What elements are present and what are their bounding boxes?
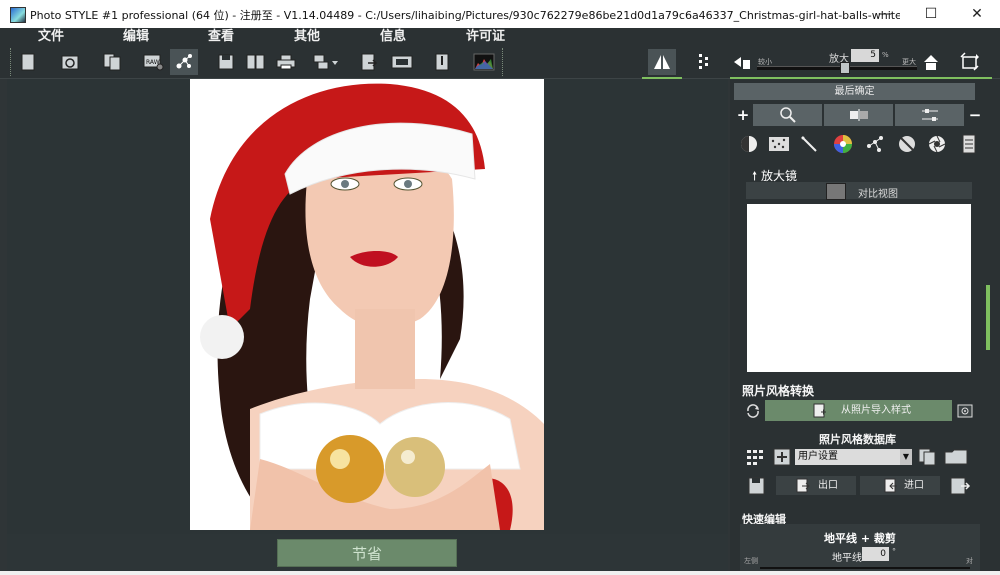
chevron-down-icon[interactable]: ▼ xyxy=(900,449,912,465)
horizon-unit: ° xyxy=(892,547,896,556)
color-wheel-icon[interactable] xyxy=(828,132,858,156)
toolbar-separator xyxy=(502,48,504,76)
noise-icon[interactable] xyxy=(764,132,794,156)
horizon-value-input[interactable]: 0 xyxy=(862,547,889,561)
horizon-label: 地平线 xyxy=(832,553,862,564)
export-image-icon[interactable] xyxy=(356,49,384,75)
magnifier-title: 放大镜 xyxy=(760,169,797,183)
export-icon xyxy=(796,478,810,500)
molecule-effects-icon[interactable] xyxy=(170,49,198,75)
compare-view-toggle[interactable] xyxy=(826,183,846,200)
preset-manager-icon[interactable] xyxy=(949,476,971,496)
zoom-slider-track[interactable] xyxy=(757,66,917,70)
maximize-button[interactable]: ☐ xyxy=(908,0,954,28)
photo-icon[interactable] xyxy=(190,79,544,530)
aperture-icon[interactable] xyxy=(922,132,952,156)
export-button[interactable]: 出口 xyxy=(776,476,856,495)
histogram-icon[interactable] xyxy=(470,49,498,75)
raw-settings-icon[interactable]: RAW xyxy=(140,49,168,75)
restore-history-icon[interactable] xyxy=(56,49,84,75)
final-confirm-button[interactable]: 最后确定 xyxy=(734,83,975,100)
book-icon[interactable] xyxy=(428,49,456,75)
import-photo-icon xyxy=(813,403,827,426)
import-style-button[interactable]: 从照片导入样式 xyxy=(765,400,952,421)
rotate-crop-icon[interactable] xyxy=(956,49,984,75)
style-database-header: 照片风格数据库 xyxy=(819,433,896,446)
menu-other[interactable]: 其他 xyxy=(294,28,320,46)
save-as-icon[interactable] xyxy=(242,49,270,75)
compare-icon[interactable] xyxy=(824,104,893,126)
panel-scrollbar[interactable] xyxy=(985,165,991,570)
title-bar: Photo STYLE #1 professional (64 位) - 注册至… xyxy=(0,0,1000,29)
remove-icon[interactable]: − xyxy=(966,103,984,127)
magnifier-icon[interactable] xyxy=(753,104,822,126)
export-label: 出口 xyxy=(818,480,838,491)
save-button[interactable]: 节省 xyxy=(277,539,457,567)
tone-icon[interactable] xyxy=(734,132,764,156)
menu-view[interactable]: 查看 xyxy=(208,28,234,46)
folder-icon[interactable] xyxy=(944,448,968,466)
circle-slash-icon[interactable] xyxy=(892,132,922,156)
grid-view-icon[interactable] xyxy=(746,448,766,466)
preset-select[interactable]: 用户设置 xyxy=(795,449,912,465)
zoom-in-icon[interactable] xyxy=(918,49,946,75)
nodes-icon[interactable] xyxy=(860,132,890,156)
eye-settings-icon[interactable] xyxy=(957,403,973,419)
zoom-unit: % xyxy=(882,51,889,59)
toolbar-separator xyxy=(10,48,12,76)
zoom-out-icon[interactable] xyxy=(728,49,756,75)
copy-settings-icon[interactable] xyxy=(98,49,126,75)
app-icon xyxy=(10,7,26,23)
close-button[interactable]: ✕ xyxy=(954,0,1000,28)
save-preset-icon[interactable] xyxy=(747,476,767,496)
slideshow-icon[interactable] xyxy=(388,49,416,75)
import-icon xyxy=(884,478,898,500)
compare-split-icon[interactable] xyxy=(648,49,676,75)
menu-info[interactable]: 信息 xyxy=(380,28,406,46)
new-page-icon[interactable] xyxy=(14,49,42,75)
horizon-crop-title: 地平线 + 裁剪 xyxy=(824,532,896,545)
minimize-button[interactable]: — xyxy=(862,0,908,28)
add-preset-icon[interactable] xyxy=(773,448,791,466)
menu-file[interactable]: 文件 xyxy=(38,28,64,46)
menu-bar: 文件 编辑 查看 其他 信息 许可证 xyxy=(0,28,1000,46)
sliders-icon[interactable] xyxy=(895,104,964,126)
menu-license[interactable]: 许可证 xyxy=(466,28,505,46)
window-title: Photo STYLE #1 professional (64 位) - 注册至… xyxy=(30,9,900,22)
style-transfer-header: 照片风格转换 xyxy=(742,384,815,398)
save-icon[interactable] xyxy=(212,49,240,75)
add-icon[interactable]: + xyxy=(734,103,752,127)
collapse-arrow-icon: 🠕 xyxy=(752,169,758,183)
sharpen-icon[interactable] xyxy=(794,132,824,156)
horizon-slider[interactable] xyxy=(760,567,970,569)
print-icon[interactable] xyxy=(272,49,300,75)
toolbar: RAW xyxy=(0,46,1000,79)
import-label: 进口 xyxy=(904,480,924,491)
document-icon[interactable] xyxy=(954,132,984,156)
window-bottom-edge xyxy=(0,571,1000,575)
stepper-icon[interactable] xyxy=(690,49,718,75)
photo-illustration xyxy=(190,79,544,530)
zoom-value-input[interactable]: 5 xyxy=(851,49,879,62)
horizon-left-label: 左侧 xyxy=(744,557,758,565)
panel-scroll-thumb[interactable] xyxy=(986,285,990,350)
import-button[interactable]: 进口 xyxy=(860,476,940,495)
horizon-right-label: 对 xyxy=(966,557,973,565)
zoom-slider-thumb[interactable] xyxy=(840,62,850,74)
compare-view-label: 对比视图 xyxy=(858,189,898,200)
import-style-label: 从照片导入样式 xyxy=(841,405,911,416)
magnifier-view[interactable] xyxy=(747,204,971,372)
menu-edit[interactable]: 编辑 xyxy=(123,28,149,46)
refresh-icon[interactable] xyxy=(745,403,761,419)
copy-preset-icon[interactable] xyxy=(918,448,936,466)
batch-export-icon[interactable] xyxy=(312,49,340,75)
